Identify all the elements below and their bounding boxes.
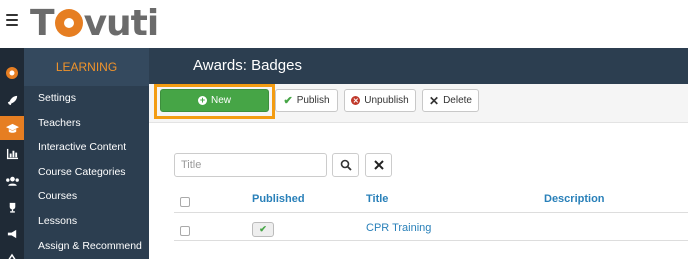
top-bar: Tvuti [0,0,688,48]
sidebar-item-assign-recommend[interactable]: Assign & Recommend [24,234,149,259]
row-title-link[interactable]: CPR Training [366,222,431,234]
sidebar-item-lessons[interactable]: Lessons [24,209,149,234]
megaphone-icon[interactable] [0,222,24,246]
delete-button[interactable]: ✕ Delete [422,89,479,112]
publish-button-label: Publish [296,95,330,106]
trophy-icon[interactable] [0,195,24,219]
sidebar-item-teachers[interactable]: Teachers [24,111,149,136]
sidebar-section-learning[interactable]: LEARNING [24,48,149,86]
title-search-input[interactable] [174,153,327,177]
unpublish-x-icon: ✕ [351,96,361,105]
page-header: Awards: Badges [149,48,688,84]
rocket-icon[interactable] [0,88,24,112]
delete-x-icon: ✕ [429,93,440,108]
clear-search-button[interactable] [365,153,392,177]
published-toggle[interactable]: ✔ [252,222,274,237]
bar-chart-icon[interactable] [0,142,24,166]
sidebar: LEARNING Settings Teachers Interactive C… [24,48,149,259]
more-icon[interactable] [0,246,24,270]
search-icon [340,159,352,171]
check-icon: ✔ [259,224,267,234]
graduation-cap-icon[interactable] [0,116,24,140]
sidebar-item-settings[interactable]: Settings [24,86,149,111]
close-icon [373,160,384,170]
row-select-checkbox[interactable] [180,226,190,236]
column-header-title[interactable]: Title [366,193,388,205]
sidebar-item-course-categories[interactable]: Course Categories [24,160,149,185]
users-icon[interactable] [0,169,24,193]
sidebar-item-interactive-content[interactable]: Interactive Content [24,135,149,160]
unpublish-button-label: Unpublish [364,95,409,106]
check-icon: ✔ [283,95,293,107]
column-header-published[interactable]: Published [252,193,305,205]
search-button[interactable] [332,153,359,177]
select-all-checkbox[interactable] [180,197,190,207]
table-header-divider [174,212,688,213]
hamburger-menu-icon[interactable] [6,14,18,28]
brand-icon[interactable] [0,61,24,85]
tovuti-logo[interactable]: Tvuti [30,2,159,44]
page-title: Awards: Badges [193,57,302,74]
unpublish-button[interactable]: ✕ Unpublish [344,89,416,112]
delete-button-label: Delete [443,95,472,106]
toolbar: + New ✔ Publish ✕ Unpublish ✕ Delete [149,84,688,123]
new-button[interactable]: + New [160,89,269,112]
sidebar-item-courses[interactable]: Courses [24,184,149,209]
publish-button[interactable]: ✔ Publish [275,89,338,112]
column-header-description[interactable]: Description [544,193,605,205]
table-row-divider [174,240,688,241]
new-button-label: New [210,95,231,106]
plus-icon: + [197,95,207,105]
icon-rail [0,48,24,262]
